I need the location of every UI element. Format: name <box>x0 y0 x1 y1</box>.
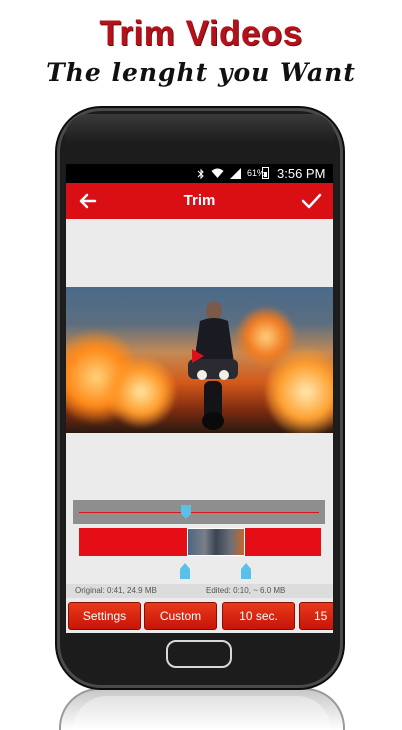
promo-subtitle: The lenght you Want <box>46 58 356 87</box>
status-bar: 61% 3:56 PM <box>66 164 333 183</box>
rider-figure <box>188 301 238 430</box>
phone-shine <box>65 114 335 144</box>
selected-thumbnail <box>187 528 245 556</box>
phone-reflection <box>59 688 345 730</box>
battery-icon <box>262 167 269 179</box>
filmstrip[interactable] <box>79 528 321 556</box>
wifi-icon <box>211 168 224 178</box>
trim-end-handle[interactable] <box>241 563 251 579</box>
done-button[interactable] <box>297 187 325 215</box>
checkmark-icon <box>301 193 322 209</box>
trim-start-handle[interactable] <box>180 563 190 579</box>
video-preview[interactable] <box>66 287 333 433</box>
home-button[interactable] <box>166 640 232 668</box>
original-info: Original: 0:41, 24.9 MB <box>75 586 157 595</box>
promo-title: Trim Videos <box>99 14 303 53</box>
toolbar-title: Trim <box>183 192 216 209</box>
ten-sec-button[interactable]: 10 sec. <box>222 602 295 630</box>
top-spacer <box>66 219 333 287</box>
custom-button[interactable]: Custom <box>144 602 217 630</box>
app-screen: 61% 3:56 PM Trim Original: 0:41, 24.9 MB… <box>66 164 333 633</box>
playhead-handle[interactable] <box>181 505 191 519</box>
settings-button[interactable]: Settings <box>68 602 141 630</box>
preset-buttons: Settings Custom 10 sec. 15 <box>66 601 333 633</box>
fifteen-sec-button[interactable]: 15 <box>299 602 333 630</box>
signal-icon <box>230 168 241 179</box>
status-icons <box>197 167 241 180</box>
info-row: Original: 0:41, 24.9 MB Edited: 0:10, ~ … <box>66 584 333 598</box>
timeline-line <box>79 512 319 513</box>
status-time: 3:56 PM <box>277 166 326 181</box>
timeline-track[interactable] <box>73 500 325 524</box>
app-toolbar: Trim <box>66 183 333 219</box>
edited-info: Edited: 0:10, ~ 6.0 MB <box>206 586 286 595</box>
bluetooth-icon <box>197 168 204 179</box>
play-marker <box>192 349 204 363</box>
